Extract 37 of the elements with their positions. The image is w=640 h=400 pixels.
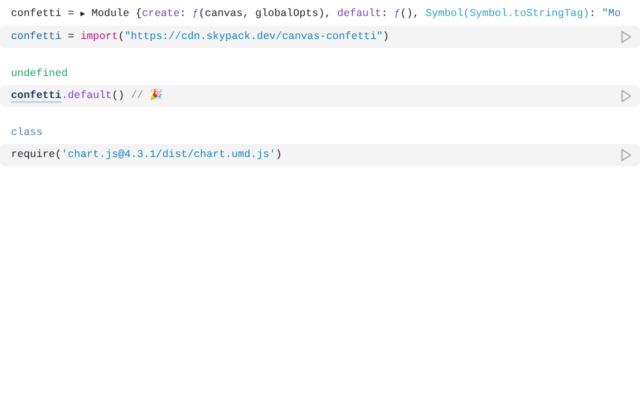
code-cell[interactable]: require('chart.js@4.3.1/dist/chart.umd.js')	[0, 144, 640, 166]
code-text: (	[118, 31, 124, 43]
output-value: undefined	[11, 68, 68, 80]
code-comment: 🎉	[150, 90, 163, 102]
string-literal: 'chart.js@4.3.1/dist/chart.umd.js'	[61, 149, 276, 161]
code-text: :	[180, 8, 187, 20]
code-text: (canvas, globalOpts),	[198, 8, 332, 20]
code-text: )	[382, 31, 390, 43]
code-text: (),	[400, 8, 420, 20]
property-name: default	[337, 8, 382, 20]
code-cell[interactable]: confetti = import("https://cdn.skypack.dev/canvas-confetti")	[0, 26, 640, 48]
keyword: import	[80, 31, 118, 43]
run-button[interactable]	[620, 89, 632, 103]
code-text: Module {	[90, 8, 142, 20]
run-button[interactable]	[620, 30, 632, 44]
code-text: ()	[112, 90, 126, 102]
run-button[interactable]	[620, 148, 632, 162]
code-text: (	[55, 149, 62, 161]
code-text: )	[276, 149, 282, 161]
property-name: .default	[61, 90, 112, 102]
code-text: confetti =	[11, 8, 76, 20]
code-text: require	[11, 149, 56, 161]
symbol-key: Symbol(Symbol.toStringTag)	[425, 8, 590, 20]
string-literal: "https://cdn.skypack.dev/canvas-confetti"	[124, 31, 383, 43]
function-symbol: ƒ	[394, 8, 400, 20]
function-symbol: ƒ	[192, 8, 199, 20]
code-comment: //	[130, 90, 144, 102]
property-name: create	[142, 8, 180, 20]
code-cell[interactable]: confetti.default() // 🎉	[0, 85, 640, 107]
code-text: :	[589, 8, 597, 20]
variable-name: confetti	[11, 31, 62, 43]
string-literal: "Mo	[602, 8, 621, 20]
code-text: :	[381, 8, 389, 20]
variable-link[interactable]: confetti	[11, 90, 62, 102]
output-value: class	[11, 127, 43, 139]
expand-toggle[interactable]: ▶	[80, 10, 86, 19]
code-text: =	[66, 31, 76, 43]
